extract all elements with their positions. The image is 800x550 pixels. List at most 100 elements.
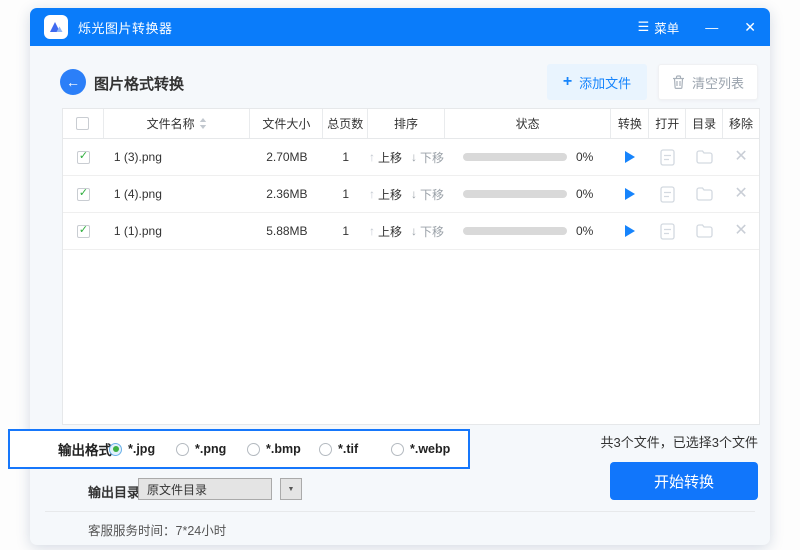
column-total-pages: 总页数 (323, 109, 368, 138)
clear-list-button[interactable]: 清空列表 (658, 64, 758, 100)
customer-service-hours: 客服服务时间：7*24小时 (88, 520, 226, 539)
window-controls: ☰ 菜单 — ✕ (638, 18, 756, 37)
row-checkbox[interactable]: ✓ (77, 151, 90, 164)
menu-button[interactable]: ☰ 菜单 (638, 18, 680, 37)
table-row: ✓ 1 (4).png 2.36MB 1 ↑ 上移 ↓ 下移 0% (63, 176, 759, 213)
open-directory-button[interactable] (686, 224, 723, 238)
open-file-button[interactable] (649, 149, 686, 166)
select-all-cell (63, 109, 104, 138)
status-cell: 0% (445, 224, 612, 238)
progress-bar (463, 190, 567, 198)
file-table: 文件名称 文件大小 总页数 排序 状态 转换 打开 目录 移除 (62, 108, 760, 425)
row-checkbox[interactable]: ✓ (77, 225, 90, 238)
trash-icon (672, 75, 685, 89)
minimize-button[interactable]: — (705, 21, 718, 34)
file-count-summary: 共3个文件，已选择3个文件 (601, 432, 758, 451)
column-directory: 目录 (686, 109, 723, 138)
output-format-panel: 输出格式： *.jpg *.png *.bmp *.tif *.webp (8, 429, 470, 469)
radio-circle-icon (247, 443, 260, 456)
radio-bmp[interactable]: *.bmp (247, 442, 301, 456)
move-down-button[interactable]: 下移 (420, 149, 444, 166)
footer-divider (45, 511, 755, 512)
radio-png[interactable]: *.png (176, 442, 226, 456)
column-sort: 排序 (368, 109, 445, 138)
back-arrow-icon: ← (66, 74, 80, 90)
move-up-button[interactable]: 上移 (378, 149, 402, 166)
convert-play-button[interactable] (625, 225, 635, 237)
radio-circle-icon (109, 443, 122, 456)
move-up-button[interactable]: 上移 (378, 223, 402, 240)
move-down-button[interactable]: 下移 (420, 186, 444, 203)
convert-play-button[interactable] (625, 188, 635, 200)
row-checkbox[interactable]: ✓ (77, 188, 90, 201)
table-row: ✓ 1 (1).png 5.88MB 1 ↑ 上移 ↓ 下移 0% (63, 213, 759, 250)
file-size: 2.36MB (250, 187, 323, 201)
open-file-button[interactable] (649, 223, 686, 240)
radio-jpg[interactable]: *.jpg (109, 442, 155, 456)
column-convert: 转换 (611, 109, 649, 138)
select-all-checkbox[interactable] (76, 117, 89, 130)
column-open: 打开 (649, 109, 686, 138)
progress-bar (463, 153, 567, 161)
output-directory-select[interactable]: 原文件目录 (138, 478, 272, 500)
check-icon: ✓ (79, 151, 88, 162)
move-up-icon: ↑ (369, 187, 375, 201)
radio-tif[interactable]: *.tif (319, 442, 358, 456)
move-up-icon: ↑ (369, 224, 375, 238)
column-status: 状态 (445, 109, 612, 138)
column-file-name[interactable]: 文件名称 (104, 109, 251, 138)
remove-file-button[interactable]: ✕ (734, 186, 747, 202)
progress-percent: 0% (576, 150, 593, 164)
output-directory-dropdown-button[interactable]: ▼ (280, 478, 302, 500)
add-files-label: 添加文件 (579, 73, 631, 92)
open-directory-button[interactable] (686, 150, 723, 164)
move-down-button[interactable]: 下移 (420, 223, 444, 240)
move-up-button[interactable]: 上移 (378, 186, 402, 203)
sort-icon (199, 118, 207, 129)
move-down-icon: ↓ (411, 224, 417, 238)
convert-play-button[interactable] (625, 151, 635, 163)
page-title: 图片格式转换 (94, 73, 184, 94)
status-cell: 0% (445, 187, 612, 201)
radio-circle-icon (391, 443, 404, 456)
app-title: 烁光图片转换器 (78, 18, 173, 37)
move-down-icon: ↓ (411, 150, 417, 164)
back-button[interactable]: ← (60, 69, 86, 95)
add-files-button[interactable]: + 添加文件 (547, 64, 647, 100)
progress-percent: 0% (576, 224, 593, 238)
clear-list-label: 清空列表 (692, 73, 744, 92)
progress-percent: 0% (576, 187, 593, 201)
file-name: 1 (4).png (104, 187, 251, 201)
column-remove: 移除 (723, 109, 759, 138)
check-icon: ✓ (79, 188, 88, 199)
move-up-icon: ↑ (369, 150, 375, 164)
open-directory-button[interactable] (686, 187, 723, 201)
page-count: 1 (323, 150, 368, 164)
chevron-down-icon: ▼ (288, 486, 295, 493)
close-button[interactable]: ✕ (744, 20, 756, 34)
radio-webp[interactable]: *.webp (391, 442, 450, 456)
plus-icon: + (563, 74, 572, 90)
file-size: 2.70MB (250, 150, 323, 164)
page-count: 1 (323, 224, 368, 238)
file-size: 5.88MB (250, 224, 323, 238)
radio-circle-icon (176, 443, 189, 456)
menu-label: 菜单 (654, 18, 679, 37)
page-count: 1 (323, 187, 368, 201)
open-file-button[interactable] (649, 186, 686, 203)
titlebar: 烁光图片转换器 ☰ 菜单 — ✕ (30, 8, 770, 46)
remove-file-button[interactable]: ✕ (734, 149, 747, 165)
status-cell: 0% (445, 150, 612, 164)
progress-bar (463, 227, 567, 235)
column-file-size: 文件大小 (250, 109, 323, 138)
radio-circle-icon (319, 443, 332, 456)
file-name: 1 (1).png (104, 224, 251, 238)
table-header: 文件名称 文件大小 总页数 排序 状态 转换 打开 目录 移除 (63, 109, 759, 139)
remove-file-button[interactable]: ✕ (734, 223, 747, 239)
move-down-icon: ↓ (411, 187, 417, 201)
hamburger-icon: ☰ (638, 19, 650, 35)
app-logo-icon (44, 15, 68, 39)
start-convert-button[interactable]: 开始转换 (610, 462, 758, 500)
table-row: ✓ 1 (3).png 2.70MB 1 ↑ 上移 ↓ 下移 0% (63, 139, 759, 176)
desktop-background: 烁光图片转换器 ☰ 菜单 — ✕ ← 图片格式转换 + 添加文件 (0, 0, 800, 550)
